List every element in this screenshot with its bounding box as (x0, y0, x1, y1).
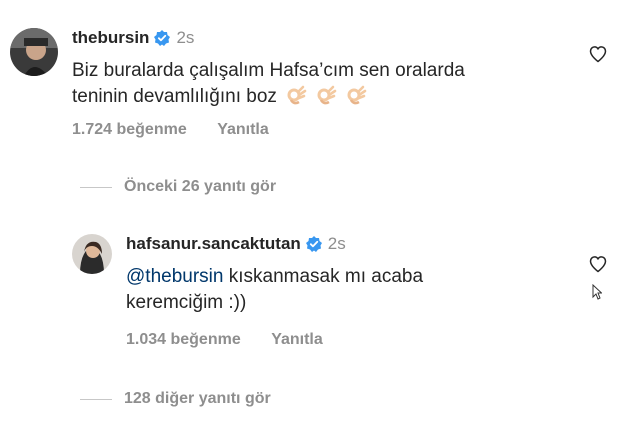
comment-text: @thebursin kıskanmasak mı acaba keremciğ… (126, 264, 423, 316)
likes-count[interactable]: 1.724 beğenme (72, 121, 187, 139)
reply-button[interactable]: Yanıtla (217, 121, 269, 139)
verified-badge-icon (154, 30, 171, 46)
view-previous-replies-label[interactable]: Önceki 26 yanıtı gör (124, 178, 276, 196)
comment-time: 2s (176, 28, 195, 47)
verified-badge-icon (305, 236, 322, 252)
comments-panel: thebursin 2s Biz buralarda çalışalım Haf… (0, 0, 640, 427)
ok-hand-emoji-icon (287, 85, 307, 105)
replies-divider (80, 398, 112, 400)
comment-text-line1-rest: kıskanmasak mı acaba (223, 266, 424, 287)
comment-text-line2: teninin devamlılığını boz (72, 84, 465, 110)
view-more-replies-label[interactable]: 128 diğer yanıtı gör (124, 390, 271, 408)
comment-text-line1: Biz buralarda çalışalım Hafsa’cım sen or… (72, 60, 465, 81)
username-text[interactable]: hafsanur.sancaktutan (126, 234, 301, 254)
mention-link[interactable]: @thebursin (126, 266, 223, 287)
comment-text-line2-text: teninin devamlılığını boz (72, 86, 277, 107)
comment-meta: 1.034 beğenme Yanıtla (126, 331, 323, 349)
comment-text-line2: keremciğim :)) (126, 292, 247, 313)
mouse-cursor-icon (592, 284, 602, 300)
comment-username[interactable]: hafsanur.sancaktutan 2s (126, 234, 346, 254)
heart-icon[interactable] (588, 254, 608, 274)
avatar-thebursin[interactable] (10, 28, 58, 76)
likes-count[interactable]: 1.034 beğenme (126, 331, 241, 349)
ok-hand-emoji-icon (347, 85, 367, 105)
reply-button[interactable]: Yanıtla (271, 331, 323, 349)
heart-icon[interactable] (588, 44, 608, 64)
ok-hand-emoji-icon (317, 85, 337, 105)
username-text[interactable]: thebursin (72, 28, 149, 48)
view-previous-replies[interactable]: Önceki 26 yanıtı gör (80, 178, 276, 196)
comment-text: Biz buralarda çalışalım Hafsa’cım sen or… (72, 58, 465, 110)
comment-text-line1: @thebursin kıskanmasak mı acaba (126, 264, 423, 290)
comment-meta: 1.724 beğenme Yanıtla (72, 121, 269, 139)
view-more-replies[interactable]: 128 diğer yanıtı gör (80, 390, 271, 408)
comment-time: 2s (327, 234, 346, 253)
avatar-hafsanur[interactable] (72, 234, 112, 274)
comment-username[interactable]: thebursin 2s (72, 28, 194, 48)
replies-divider (80, 186, 112, 188)
